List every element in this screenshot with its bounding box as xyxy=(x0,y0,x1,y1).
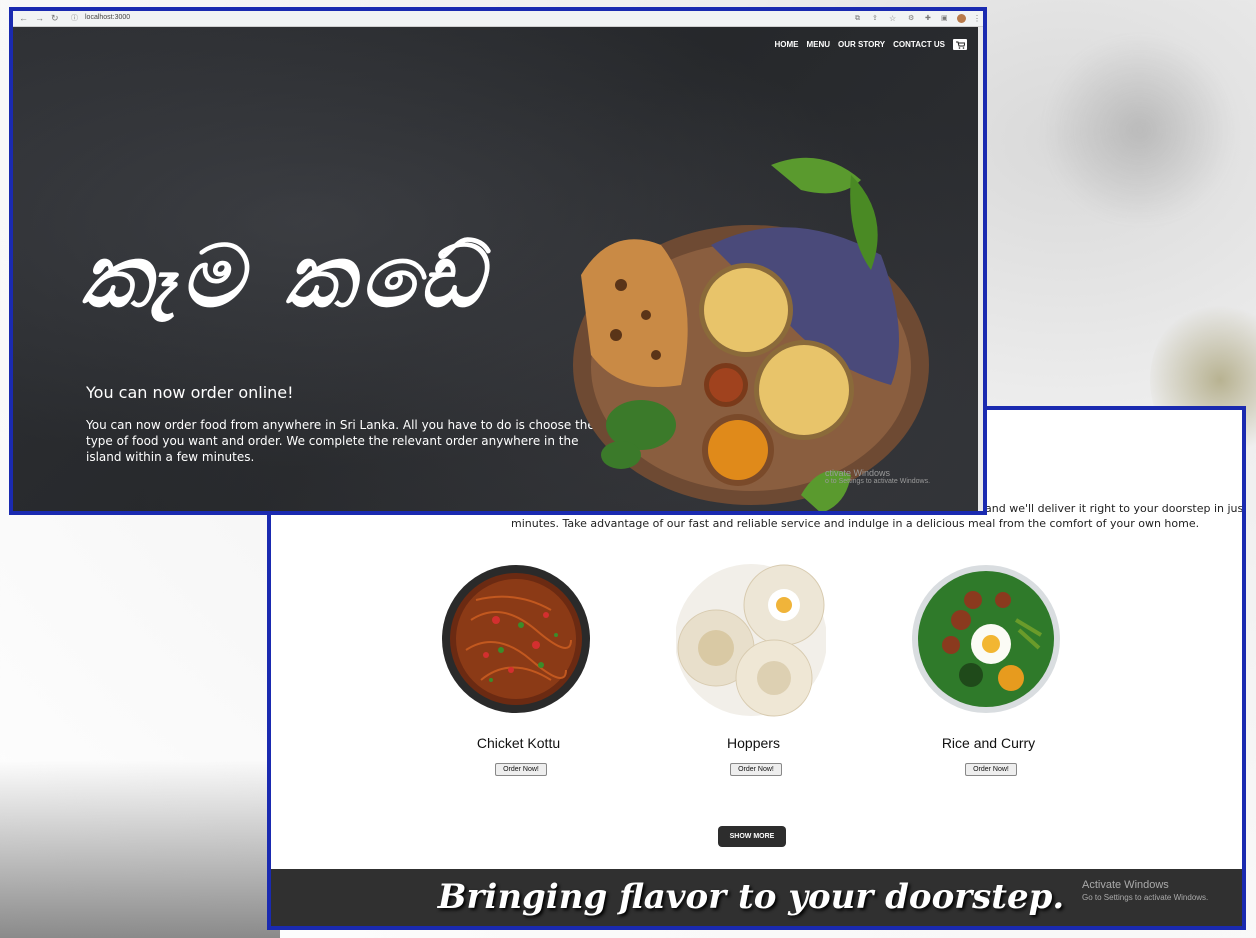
show-more-button[interactable]: SHOW MORE xyxy=(718,826,786,847)
watermark-title: ctivate Windows xyxy=(825,468,891,478)
forward-icon[interactable]: → xyxy=(35,13,44,24)
food-name: Chicket Kottu xyxy=(476,735,561,751)
nav-our-story[interactable]: OUR STORY xyxy=(838,40,885,49)
activate-windows-watermark: ctivate Windows o to Settings to activat… xyxy=(825,468,930,485)
hoppers-image xyxy=(676,564,826,717)
cart-icon[interactable] xyxy=(953,39,967,50)
background-gradient xyxy=(0,760,280,938)
nav-home[interactable]: HOME xyxy=(774,40,798,49)
activate-windows-watermark: Activate Windows Go to Settings to activ… xyxy=(1082,879,1208,902)
extension-icon[interactable]: ⚙ xyxy=(908,13,914,24)
brand-title: කෑම කඩේ xyxy=(81,226,489,327)
hero-description: You can now order food from anywhere in … xyxy=(86,418,595,464)
intro-text-line: and we'll deliver it right to your doors… xyxy=(985,502,1246,515)
watermark-title: Activate Windows xyxy=(1082,879,1169,891)
sidepanel-icon[interactable]: ▣ xyxy=(941,13,948,24)
food-card-hoppers: Hoppers Order Now! xyxy=(636,560,871,780)
share-icon[interactable]: ⇪ xyxy=(872,13,878,24)
order-now-button[interactable]: Order Now! xyxy=(965,763,1017,776)
back-icon[interactable]: ← xyxy=(19,13,28,24)
scrollbar[interactable] xyxy=(978,27,983,511)
puzzle-icon[interactable]: ✚ xyxy=(925,13,931,24)
order-now-button[interactable]: Order Now! xyxy=(495,763,547,776)
food-name: Hoppers xyxy=(727,735,780,751)
address-bar[interactable]: localhost:3000 xyxy=(85,14,130,21)
background-blur xyxy=(1040,40,1240,220)
food-card-rice-curry: Rice and Curry Order Now! xyxy=(871,560,1106,780)
footer-banner: Bringing flavor to your doorstep. Activa… xyxy=(271,869,1242,926)
main-nav: HOME MENU OUR STORY CONTACT US xyxy=(774,39,967,50)
food-grid: Chicket Kottu Order Now! Hoppers Order N… xyxy=(401,560,1106,780)
order-now-button[interactable]: Order Now! xyxy=(730,763,782,776)
food-plate-image xyxy=(573,157,929,511)
food-card-kottu: Chicket Kottu Order Now! xyxy=(401,560,636,780)
info-icon[interactable]: ⓘ xyxy=(71,13,78,24)
hero-window: ← → ↻ ⓘ localhost:3000 ⧉ ⇪ ☆ ⚙ ✚ ▣ ⋮ HOM… xyxy=(9,7,987,515)
nav-contact-us[interactable]: CONTACT US xyxy=(893,40,945,49)
intro-text-line: minutes. Take advantage of our fast and … xyxy=(511,517,1200,530)
reload-icon[interactable]: ↻ xyxy=(51,13,59,24)
watermark-subtitle: o to Settings to activate Windows. xyxy=(825,478,931,485)
star-icon[interactable]: ☆ xyxy=(889,13,896,24)
avatar[interactable] xyxy=(957,14,966,23)
nav-menu[interactable]: MENU xyxy=(806,40,830,49)
translate-icon[interactable]: ⧉ xyxy=(855,13,860,24)
kottu-image xyxy=(442,565,590,713)
hero-section: HOME MENU OUR STORY CONTACT US කෑම කඩේ Y… xyxy=(13,27,983,511)
food-name: Rice and Curry xyxy=(941,735,1036,751)
rice-curry-image xyxy=(912,565,1060,713)
browser-toolbar: ← → ↻ ⓘ localhost:3000 ⧉ ⇪ ☆ ⚙ ✚ ▣ ⋮ xyxy=(13,11,983,27)
menu-dots-icon[interactable]: ⋮ xyxy=(973,13,981,24)
watermark-subtitle: Go to Settings to activate Windows. xyxy=(1082,893,1209,902)
hero-subtitle: You can now order online! xyxy=(86,383,294,402)
